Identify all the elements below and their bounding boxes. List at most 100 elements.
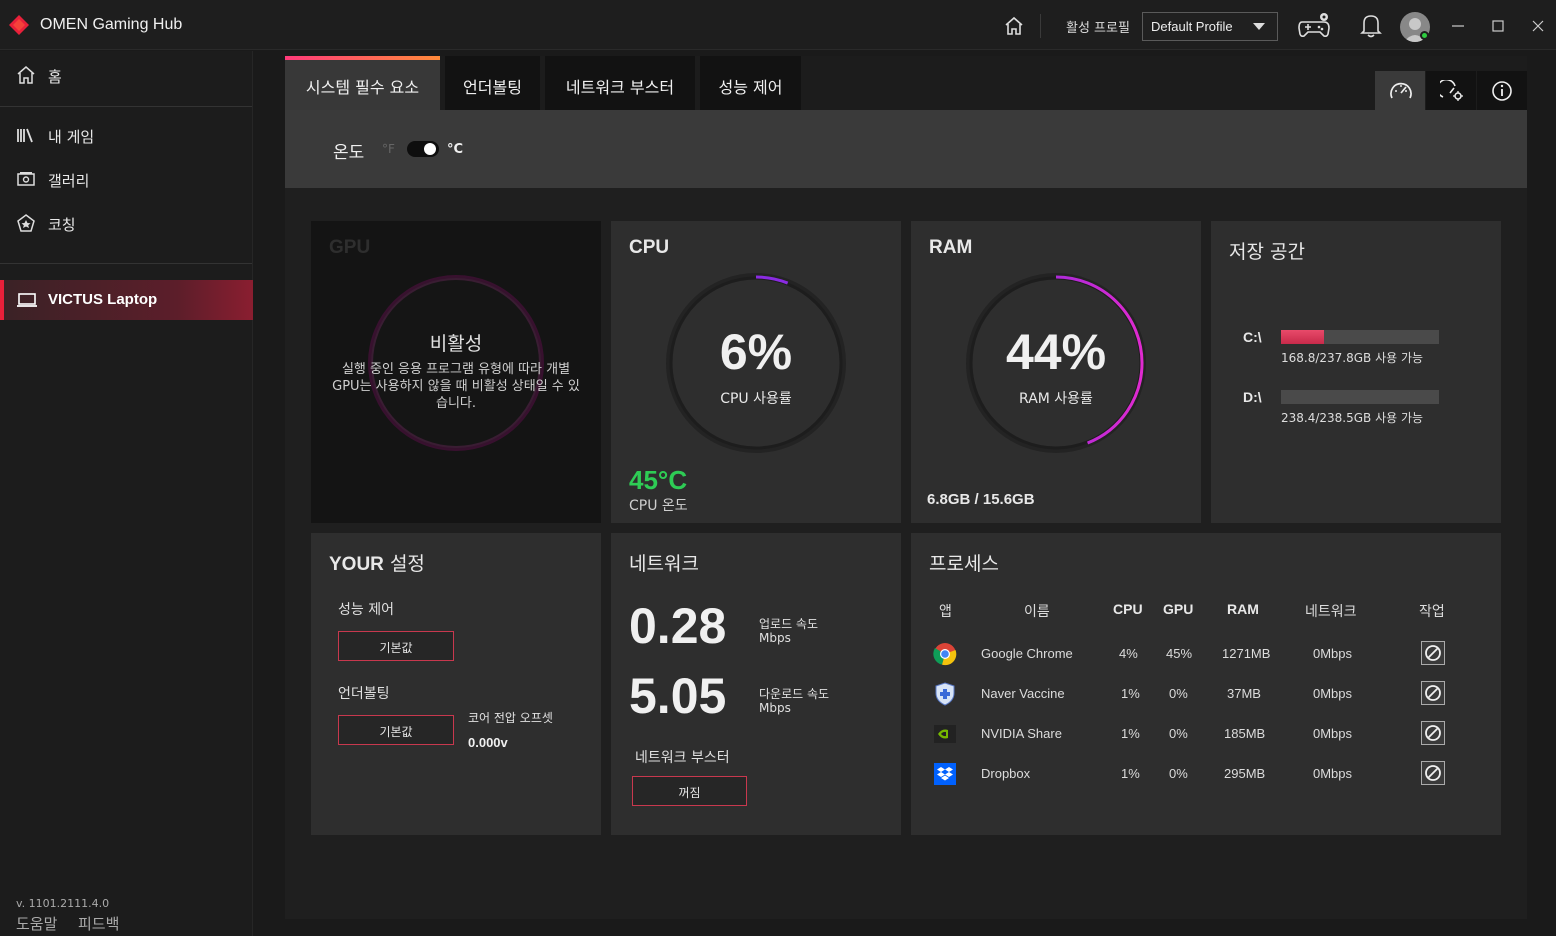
- gpu-card: GPU 비활성 실행 중인 응용 프로그램 유형에 따라 개별 GPU는 사용하…: [311, 221, 601, 523]
- process-network: 0Mbps: [1313, 726, 1353, 741]
- tab-undervolting[interactable]: 언더볼팅: [445, 56, 540, 110]
- maximize-icon[interactable]: [1486, 14, 1510, 38]
- storage-card: 저장 공간 C:\ 168.8/237.8GB 사용 가능 D:\ 238.4/…: [1211, 221, 1501, 523]
- process-name: Google Chrome: [981, 646, 1073, 661]
- cpu-temp-value: 45°C: [629, 465, 688, 495]
- cpu-usage-label: CPU 사용률: [720, 391, 792, 407]
- col-header-gpu: GPU: [1163, 601, 1194, 617]
- upload-speed-label: 업로드 속도 Mbps: [759, 617, 818, 645]
- profile-dropdown[interactable]: Default Profile: [1142, 12, 1278, 41]
- sidebar-divider: [0, 106, 252, 107]
- block-icon: [1425, 765, 1441, 781]
- cpu-usage-value: 6%: [719, 324, 793, 380]
- process-gpu: 0%: [1169, 726, 1188, 741]
- library-icon: [17, 128, 33, 143]
- gamepad-icon[interactable]: [1296, 12, 1332, 40]
- view-tuning-tab[interactable]: [1426, 71, 1476, 111]
- end-process-button[interactable]: [1421, 721, 1445, 745]
- process-cpu: 4%: [1119, 646, 1138, 661]
- performance-control-button[interactable]: 기본값: [338, 631, 454, 661]
- view-info-tab[interactable]: [1477, 71, 1527, 111]
- temperature-bar: 온도 °F °C: [285, 110, 1527, 188]
- title-separator: [1040, 14, 1041, 38]
- col-header-app: 앱: [939, 604, 952, 620]
- download-label-text: 다운로드 속도: [759, 687, 830, 701]
- undervolt-button[interactable]: 기본값: [338, 715, 454, 745]
- drive-c-label: C:\: [1243, 329, 1262, 345]
- ram-title: RAM: [929, 237, 973, 258]
- gpu-title: GPU: [329, 237, 371, 258]
- process-gpu: 0%: [1169, 766, 1188, 781]
- sidebar-item-my-games[interactable]: 내 게임: [0, 117, 253, 153]
- process-network: 0Mbps: [1313, 766, 1353, 781]
- download-speed-label: 다운로드 속도 Mbps: [759, 687, 829, 715]
- app-version: v. 1101.2111.4.0: [16, 897, 110, 910]
- process-ram: 1271MB: [1222, 646, 1271, 661]
- sidebar-item-coaching[interactable]: 코칭: [0, 205, 253, 241]
- home-icon[interactable]: [1003, 15, 1025, 37]
- sidebar-item-label: 내 게임: [48, 128, 95, 146]
- process-ram: 185MB: [1224, 726, 1266, 741]
- settings-title-suffix: 설정: [389, 553, 425, 575]
- minimize-icon[interactable]: [1446, 14, 1470, 38]
- col-header-network: 네트워크: [1305, 604, 1357, 620]
- sidebar-divider: [0, 263, 252, 264]
- ram-card: RAM 44% RAM 사용률 6.8GB / 15.6GB: [911, 221, 1201, 523]
- process-ram: 37MB: [1227, 686, 1261, 701]
- info-icon: [1492, 81, 1512, 101]
- end-process-button[interactable]: [1421, 761, 1445, 785]
- home-icon: [17, 66, 35, 84]
- omen-logo-icon: [9, 15, 29, 35]
- tab-network-booster[interactable]: 네트워크 부스터: [545, 56, 695, 110]
- processes-title: 프로세스: [929, 553, 999, 575]
- help-link[interactable]: 도움말: [16, 913, 57, 934]
- col-header-action: 작업: [1419, 604, 1445, 620]
- process-row: Dropbox 1% 0% 295MB 0Mbps: [911, 758, 1501, 798]
- process-name: Naver Vaccine: [981, 686, 1065, 701]
- gpu-description: 실행 중인 응용 프로그램 유형에 따라 개별 GPU는 사용하지 않을 때 비…: [332, 362, 580, 411]
- speedometer-icon: [1390, 82, 1412, 99]
- network-card: 네트워크 0.28 업로드 속도 Mbps 5.05 다운로드 속도 Mbps 네트…: [611, 533, 901, 835]
- app-title: OMEN Gaming Hub: [40, 16, 183, 33]
- feedback-link[interactable]: 피드백: [78, 913, 119, 934]
- dashboard-area: GPU 비활성 실행 중인 응용 프로그램 유형에 따라 개별 GPU는 사용하…: [285, 188, 1527, 919]
- gallery-icon: [17, 172, 35, 186]
- bell-icon[interactable]: [1360, 12, 1382, 38]
- core-voltage-offset-label: 코어 전압 오프셋: [468, 711, 553, 725]
- settings-title-prefix: YOUR: [329, 554, 384, 575]
- col-header-name: 이름: [1024, 604, 1050, 620]
- end-process-button[interactable]: [1421, 641, 1445, 665]
- cpu-card: CPU 6% CPU 사용률 45°C CPU 온도: [611, 221, 901, 523]
- tab-system-essentials[interactable]: 시스템 필수 요소: [285, 56, 440, 110]
- process-ram: 295MB: [1224, 766, 1266, 781]
- gpu-status: 비활성: [429, 333, 483, 355]
- temperature-label: 온도: [333, 143, 365, 163]
- download-unit: Mbps: [759, 701, 791, 715]
- temperature-unit-toggle[interactable]: [407, 141, 439, 157]
- close-icon[interactable]: [1526, 14, 1550, 38]
- view-dashboard-tab[interactable]: [1375, 71, 1425, 111]
- chevron-down-icon: [1253, 23, 1265, 30]
- network-booster-button[interactable]: 꺼짐: [632, 776, 747, 806]
- settings-card: YOUR 설정 성능 제어 기본값 언더볼팅 기본값 코어 전압 오프셋 0.0…: [311, 533, 601, 835]
- process-gpu: 0%: [1169, 686, 1188, 701]
- process-name: NVIDIA Share: [981, 726, 1062, 741]
- sidebar-item-gallery[interactable]: 갤러리: [0, 161, 253, 197]
- process-network: 0Mbps: [1313, 646, 1353, 661]
- end-process-button[interactable]: [1421, 681, 1445, 705]
- tab-performance-control[interactable]: 성능 제어: [700, 56, 801, 110]
- col-header-cpu: CPU: [1113, 601, 1143, 617]
- sidebar-item-home[interactable]: 홈: [0, 57, 253, 93]
- device-label: VICTUS Laptop: [48, 291, 158, 308]
- download-speed-value: 5.05: [629, 668, 727, 724]
- performance-control-label: 성능 제어: [338, 602, 394, 618]
- process-cpu: 1%: [1121, 766, 1140, 781]
- drive-c-fill: [1281, 330, 1324, 344]
- sidebar-item-device[interactable]: VICTUS Laptop: [0, 280, 253, 320]
- process-name: Dropbox: [981, 766, 1031, 781]
- toggle-knob: [424, 143, 436, 155]
- network-booster-label: 네트워크 부스터: [635, 750, 730, 766]
- cpu-title: CPU: [629, 237, 670, 258]
- drive-d-bar: [1281, 390, 1439, 404]
- title-bar: OMEN Gaming Hub 활성 프로필 Default Profile: [0, 0, 1556, 50]
